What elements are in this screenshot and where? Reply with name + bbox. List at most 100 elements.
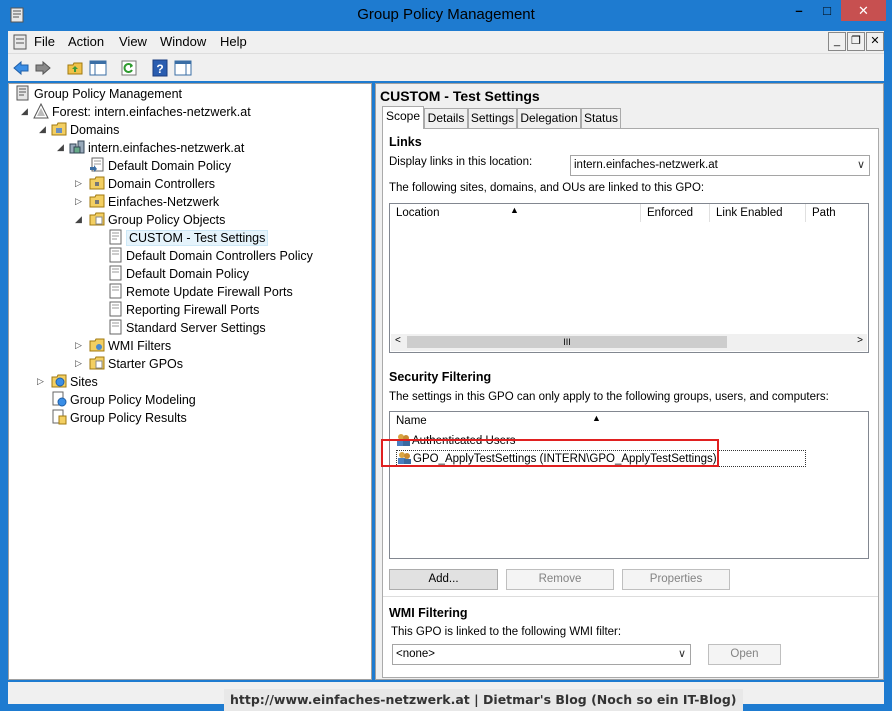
forest-icon <box>33 103 49 119</box>
tab-scope[interactable]: Scope <box>382 106 424 129</box>
mdi-minimize-button[interactable]: _ <box>828 32 846 51</box>
horizontal-scrollbar[interactable]: < III > <box>391 334 867 351</box>
column-label: Location <box>396 207 440 219</box>
expand-arrow-icon[interactable]: ▷ <box>75 197 84 206</box>
tab-status[interactable]: Status <box>581 108 621 128</box>
annotation-highlight-box <box>381 439 719 467</box>
tree-node-label: Starter GPOs <box>108 357 184 371</box>
tree-node-default-domain-policy-link[interactable]: Default Domain Policy <box>89 157 231 175</box>
tree-node-reporting-firewall-ports[interactable]: Reporting Firewall Ports <box>107 301 259 319</box>
tree-node-gpm-root[interactable]: Group Policy Management <box>15 85 182 103</box>
expand-arrow-icon[interactable]: ▷ <box>75 341 84 350</box>
show-hide-tree-icon[interactable] <box>89 59 107 77</box>
close-button[interactable]: ✕ <box>841 0 886 21</box>
forward-arrow-icon[interactable] <box>34 59 52 77</box>
tree-node-label: Group Policy Modeling <box>70 393 196 407</box>
collapse-arrow-icon[interactable]: ◢ <box>21 107 30 116</box>
location-value: intern.einfaches-netzwerk.at <box>574 159 718 171</box>
links-heading: Links <box>389 135 422 149</box>
column-link-enabled[interactable]: Link Enabled <box>710 204 806 222</box>
tree-node-label: Remote Update Firewall Ports <box>126 285 293 299</box>
collapse-arrow-icon[interactable]: ◢ <box>57 143 66 152</box>
column-path[interactable]: Path <box>806 204 868 222</box>
toolbar: ? <box>8 53 884 81</box>
domain-icon <box>69 140 85 154</box>
tree-node-label: Einfaches-Netzwerk <box>108 195 220 209</box>
menu-help[interactable]: Help <box>220 34 247 49</box>
mdi-close-button[interactable]: ✕ <box>866 32 884 51</box>
column-enforced[interactable]: Enforced <box>641 204 710 222</box>
remove-button[interactable]: Remove <box>506 569 614 590</box>
console-tree[interactable]: Group Policy Management ◢ Forest: intern… <box>8 83 372 680</box>
scroll-thumb[interactable]: III <box>407 336 727 348</box>
security-filtering-list[interactable]: Name ▲ Authenticated Users GPO_ApplyTestS… <box>389 411 869 559</box>
watermark-text: http://www.einfaches-netzwerk.at | Dietm… <box>224 689 743 711</box>
tree-node-starter-gpos[interactable]: ▷ Starter GPOs <box>75 355 183 373</box>
tree-node-domains[interactable]: ◢ Domains <box>39 121 119 139</box>
title-bar[interactable]: Group Policy Management – □ ✕ <box>0 0 892 31</box>
menu-action[interactable]: Action <box>68 34 104 49</box>
column-location[interactable]: Location ▲ <box>390 204 641 222</box>
help-icon[interactable]: ? <box>151 59 169 77</box>
properties-button[interactable]: Properties <box>622 569 730 590</box>
tree-node-custom-test-settings[interactable]: CUSTOM - Test Settings <box>107 229 269 247</box>
collapse-arrow-icon[interactable]: ◢ <box>75 215 84 224</box>
links-list[interactable]: Location ▲ Enforced Link Enabled Path < I… <box>389 203 869 353</box>
tree-node-wmi-filters[interactable]: ▷ WMI Filters <box>75 337 171 355</box>
linked-locations-label: The following sites, domains, and OUs ar… <box>389 182 705 194</box>
tree-node-gp-results[interactable]: Group Policy Results <box>51 409 187 427</box>
tree-node-standard-server-settings[interactable]: Standard Server Settings <box>107 319 266 337</box>
expand-arrow-icon[interactable]: ▷ <box>37 377 46 386</box>
minimize-button[interactable]: – <box>785 0 813 21</box>
tree-node-forest[interactable]: ◢ Forest: intern.einfaches-netzwerk.at <box>21 103 251 121</box>
scroll-left-icon[interactable]: < <box>395 335 401 346</box>
tree-node-domain-controllers[interactable]: ▷ Domain Controllers <box>75 175 215 193</box>
back-arrow-icon[interactable] <box>12 59 30 77</box>
ou-folder-icon <box>89 194 105 208</box>
gpo-folder-icon <box>89 212 105 226</box>
maximize-button[interactable]: □ <box>813 0 841 21</box>
tree-node-sites[interactable]: ▷ Sites <box>37 373 98 391</box>
ou-folder-icon <box>89 176 105 190</box>
up-folder-icon[interactable] <box>66 59 84 77</box>
tab-delegation[interactable]: Delegation <box>517 108 581 128</box>
tree-node-einfaches-netzwerk[interactable]: ▷ Einfaches-Netzwerk <box>75 193 219 211</box>
tree-node-gp-modeling[interactable]: Group Policy Modeling <box>51 391 196 409</box>
modeling-icon <box>52 391 67 407</box>
tab-details[interactable]: Details <box>424 108 468 128</box>
gpo-icon <box>109 301 122 317</box>
tree-node-remote-update-firewall-ports[interactable]: Remote Update Firewall Ports <box>107 283 293 301</box>
menu-file[interactable]: File <box>34 34 55 49</box>
wmi-filter-dropdown[interactable]: <none> ∨ <box>392 644 691 665</box>
gpo-title: CUSTOM - Test Settings <box>380 88 540 104</box>
tree-node-group-policy-objects[interactable]: ◢ Group Policy Objects <box>75 211 225 229</box>
scroll-thumb-grip: III <box>563 337 571 347</box>
menu-window[interactable]: Window <box>160 34 206 49</box>
expand-arrow-icon[interactable]: ▷ <box>75 359 84 368</box>
console-menu-icon[interactable] <box>12 34 28 50</box>
menu-view[interactable]: View <box>119 34 147 49</box>
sort-ascending-icon: ▲ <box>510 205 519 215</box>
section-divider <box>383 596 878 597</box>
tab-settings[interactable]: Settings <box>468 108 517 128</box>
refresh-icon[interactable] <box>120 59 138 77</box>
show-hide-action-pane-icon[interactable] <box>174 59 192 77</box>
wmi-filter-value: <none> <box>396 648 436 660</box>
collapse-arrow-icon[interactable]: ◢ <box>39 125 48 134</box>
expand-arrow-icon[interactable]: ▷ <box>75 179 84 188</box>
chevron-down-icon: ∨ <box>677 648 686 660</box>
tree-node-default-dc-policy[interactable]: Default Domain Controllers Policy <box>107 247 313 265</box>
add-button[interactable]: Add... <box>389 569 498 590</box>
column-name[interactable]: Name ▲ <box>390 412 868 430</box>
gpo-icon <box>109 265 122 281</box>
tree-node-label: Group Policy Objects <box>108 213 226 227</box>
open-button[interactable]: Open <box>708 644 781 665</box>
scroll-right-icon[interactable]: > <box>857 335 863 346</box>
sites-icon <box>51 374 67 388</box>
tree-node-default-domain-policy[interactable]: Default Domain Policy <box>107 265 249 283</box>
gpm-root-icon <box>16 85 29 101</box>
location-dropdown[interactable]: intern.einfaches-netzwerk.at ∨ <box>570 155 870 176</box>
tree-node-domain[interactable]: ◢ intern.einfaches-netzwerk.at <box>57 139 244 157</box>
app-window: Group Policy Management – □ ✕ File Actio… <box>0 0 892 711</box>
mdi-restore-button[interactable]: ❐ <box>847 32 865 51</box>
